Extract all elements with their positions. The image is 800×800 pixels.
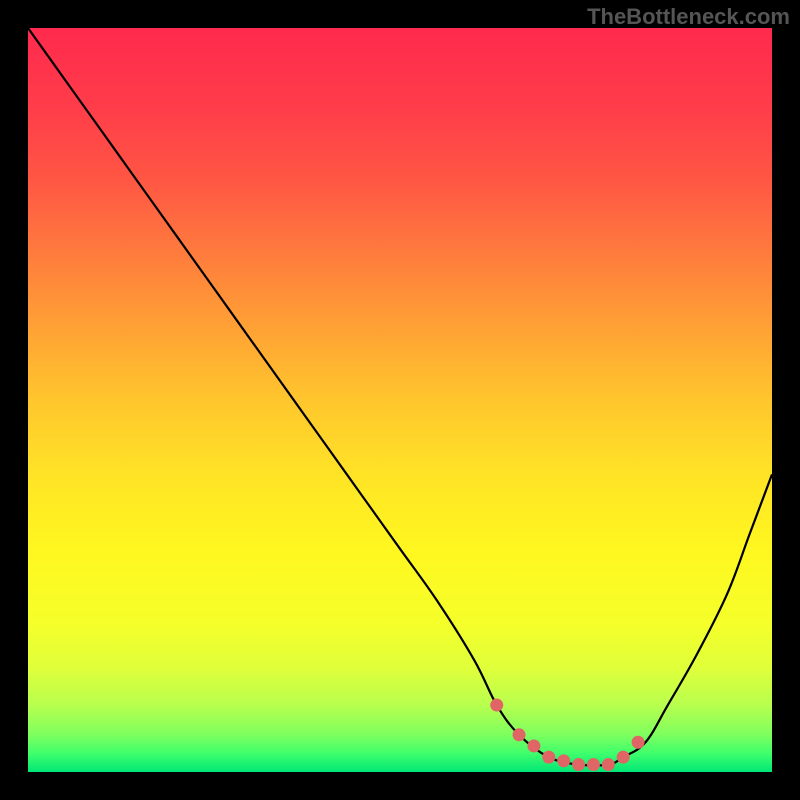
marker-point [587, 758, 600, 771]
marker-point [527, 739, 540, 752]
chart-background [28, 28, 772, 772]
marker-point [602, 758, 615, 771]
marker-point [557, 754, 570, 767]
marker-point [513, 728, 526, 741]
marker-point [572, 758, 585, 771]
watermark-text: TheBottleneck.com [587, 4, 790, 30]
marker-point [632, 736, 645, 749]
chart-svg [28, 28, 772, 772]
marker-point [617, 751, 630, 764]
marker-point [542, 751, 555, 764]
chart-plot-area [28, 28, 772, 772]
marker-point [490, 699, 503, 712]
